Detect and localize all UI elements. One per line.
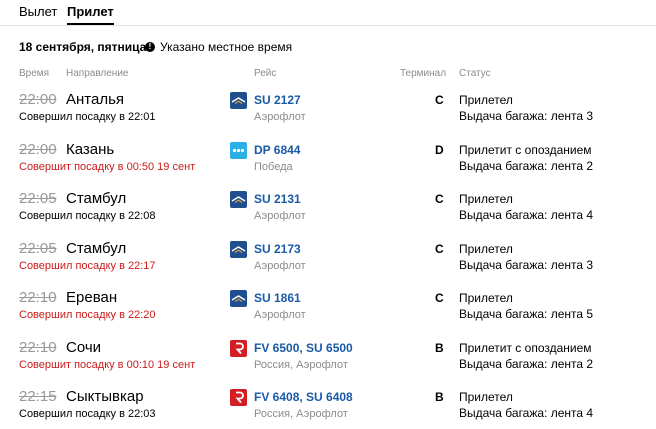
terminal: C	[435, 93, 444, 107]
aeroflot-logo-icon	[230, 290, 247, 307]
boarding-info: Совершил посадку в 22:08	[19, 210, 156, 222]
flight-number[interactable]: SU 2127	[254, 93, 301, 107]
flight-number[interactable]: FV 6408, SU 6408	[254, 390, 353, 404]
flight-number[interactable]: DP 6844	[254, 143, 300, 157]
terminal: C	[435, 192, 444, 206]
column-header-flight: Рейс	[254, 68, 277, 79]
flight-row[interactable]: 22:10 Сочи Совершит посадку в 00:10 19 с…	[0, 339, 656, 387]
rossiya-logo-icon	[230, 389, 247, 406]
flight-row[interactable]: 22:00 Анталья Совершил посадку в 22:01 S…	[0, 91, 656, 139]
column-header-direction: Направление	[66, 68, 129, 79]
boarding-info: Совершит посадку в 00:10 19 сент	[19, 358, 196, 371]
baggage-info: Выдача багажа: лента 4	[459, 208, 594, 222]
flight-status: Прилетел	[459, 390, 513, 404]
flight-status: Прилетел	[459, 291, 513, 305]
boarding-info: Совершил посадку в 22:03	[19, 408, 156, 420]
local-time-note-text: Указано местное время	[160, 40, 293, 54]
origin-city: Стамбул	[66, 239, 127, 257]
column-header-terminal: Терминал	[400, 68, 447, 79]
baggage-info: Выдача багажа: лента 3	[459, 109, 594, 123]
origin-city: Ереван	[66, 289, 118, 306]
flight-status: Прилетел	[459, 192, 513, 206]
origin-city: Сыктывкар	[66, 388, 144, 405]
airline-name: Победа	[254, 160, 293, 173]
flight-status: Прилетит с опозданием	[459, 340, 592, 355]
flight-number[interactable]: FV 6500, SU 6500	[254, 341, 353, 355]
terminal: C	[435, 241, 444, 256]
flight-number[interactable]: SU 2173	[254, 242, 301, 256]
flight-row[interactable]: 22:10 Ереван Совершил посадку в 22:20 SU…	[0, 289, 656, 337]
boarding-info: Совершил посадку в 22:17	[19, 259, 156, 272]
origin-city: Казань	[66, 140, 115, 158]
flight-number[interactable]: SU 1861	[254, 291, 301, 305]
boarding-info: Совершил посадку в 22:20	[19, 309, 156, 321]
airline-name: Аэрофлот	[254, 259, 306, 272]
terminal: B	[435, 340, 444, 355]
flight-status: Прилетит с опозданием	[459, 142, 592, 157]
scheduled-time: 22:00	[19, 140, 57, 158]
aeroflot-logo-icon	[230, 92, 247, 109]
baggage-info: Выдача багажа: лента 2	[459, 158, 594, 173]
local-time-note: ! Указано местное время	[145, 40, 292, 54]
origin-city: Сочи	[66, 338, 102, 356]
info-icon: !	[145, 42, 155, 52]
airline-name: Аэрофлот	[254, 111, 306, 123]
baggage-info: Выдача багажа: лента 4	[459, 406, 594, 420]
airline-name: Россия, Аэрофлот	[254, 358, 348, 371]
flight-status: Прилетел	[459, 241, 513, 256]
flight-row[interactable]: 22:05 Стамбул Совершил посадку в 22:08 S…	[0, 190, 656, 238]
scheduled-time: 22:05	[19, 239, 57, 257]
flight-status: Прилетел	[459, 93, 513, 107]
tab-departures[interactable]: Вылет	[19, 4, 57, 19]
airline-name: Аэрофлот	[254, 309, 306, 321]
scheduled-time: 22:00	[19, 91, 57, 108]
terminal: B	[435, 390, 444, 404]
flight-number[interactable]: SU 2131	[254, 192, 301, 206]
date-heading: 18 сентября, пятница	[19, 40, 147, 54]
aeroflot-logo-icon	[230, 240, 247, 258]
baggage-info: Выдача багажа: лента 2	[459, 356, 594, 371]
baggage-info: Выдача багажа: лента 5	[459, 307, 594, 321]
tab-arrivals[interactable]: Прилет	[67, 4, 114, 25]
origin-city: Анталья	[66, 91, 125, 108]
scheduled-time: 22:10	[19, 289, 57, 306]
tab-bar: Вылет Прилет	[0, 0, 656, 26]
boarding-info: Совершил посадку в 22:01	[19, 111, 156, 123]
aeroflot-logo-icon	[230, 191, 247, 208]
airline-name: Аэрофлот	[254, 210, 306, 222]
scheduled-time: 22:05	[19, 190, 57, 207]
column-header-status: Статус	[459, 68, 491, 79]
boarding-info: Совершит посадку в 00:50 19 сент	[19, 160, 196, 173]
terminal: C	[435, 291, 444, 305]
flight-row[interactable]: 22:15 Сыктывкар Совершил посадку в 22:03…	[0, 388, 656, 429]
flight-row[interactable]: 22:05 Стамбул Совершил посадку в 22:17 S…	[0, 240, 656, 288]
baggage-info: Выдача багажа: лента 3	[459, 257, 594, 272]
scheduled-time: 22:15	[19, 388, 57, 405]
flight-row[interactable]: 22:00 Казань Совершит посадку в 00:50 19…	[0, 141, 656, 189]
origin-city: Стамбул	[66, 190, 127, 207]
airline-name: Россия, Аэрофлот	[254, 408, 348, 420]
pobeda-logo-icon	[230, 141, 247, 159]
terminal: D	[435, 142, 444, 157]
column-header-time: Время	[19, 68, 50, 79]
scheduled-time: 22:10	[19, 338, 57, 356]
rossiya-logo-icon	[230, 339, 247, 357]
